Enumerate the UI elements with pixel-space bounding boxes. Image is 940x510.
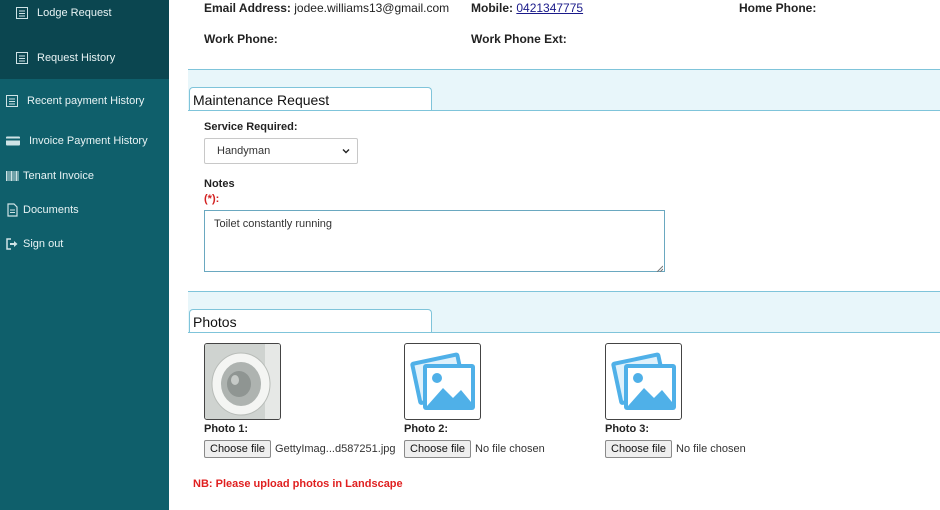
photo-1-label: Photo 1: [204, 423, 248, 435]
sidebar-item-label: Tenant Invoice [23, 170, 94, 182]
sidebar-item-label: Request History [37, 52, 116, 64]
mobile-link[interactable]: 0421347775 [516, 1, 583, 15]
service-selected-value: Handyman [217, 145, 271, 157]
sidebar-item-request-history[interactable]: Request History [15, 51, 115, 65]
credit-card-icon [5, 134, 21, 148]
photo-3-label: Photo 3: [605, 423, 649, 435]
sign-out-icon [5, 237, 19, 251]
photo-1-preview[interactable] [204, 343, 281, 420]
toilet-photo-image [205, 344, 280, 419]
main-content: Email Address: jodee.williams13@gmail.co… [188, 0, 940, 510]
notes-textarea[interactable]: Toilet constantly running [204, 210, 665, 273]
work-phone-ext-label: Work Phone Ext: [471, 32, 567, 46]
list-icon [15, 6, 29, 20]
photo-1-choose-file-button[interactable]: Choose file [204, 440, 272, 458]
sidebar: Lodge Request Request History Recent pay… [0, 0, 169, 510]
sidebar-item-label: Lodge Request [37, 7, 112, 19]
list-icon [5, 94, 19, 108]
service-required-label: Service Required: [204, 121, 298, 133]
photo-1-file-name: GettyImag...d587251.jpg [275, 443, 396, 455]
email-label: Email Address: [204, 1, 291, 15]
resize-handle-icon[interactable] [656, 263, 664, 273]
work-phone-field: Work Phone: [204, 32, 278, 46]
sidebar-item-label: Documents [23, 204, 79, 216]
work-phone-ext-field: Work Phone Ext: [471, 32, 567, 46]
image-placeholder-icon [410, 352, 475, 410]
sidebar-item-label: Sign out [23, 238, 64, 250]
sidebar-item-tenant-invoice[interactable]: Tenant Invoice [5, 169, 94, 183]
document-icon [5, 203, 19, 217]
sidebar-item-lodge-request[interactable]: Lodge Request [15, 6, 112, 20]
notes-value: Toilet constantly running [214, 218, 333, 230]
mobile-field: Mobile: 0421347775 [471, 1, 583, 15]
photo-1-file-input: Choose file GettyImag...d587251.jpg [204, 440, 396, 458]
sidebar-item-documents[interactable]: Documents [5, 203, 79, 217]
maintenance-section-title: Maintenance Request [189, 87, 432, 111]
email-value: jodee.williams13@gmail.com [294, 1, 450, 15]
mobile-label: Mobile: [471, 1, 513, 15]
sidebar-item-invoice-payment-history[interactable]: Invoice Payment History [5, 134, 148, 148]
home-phone-label: Home Phone: [739, 1, 817, 15]
list-icon [15, 51, 29, 65]
photo-3-choose-file-button[interactable]: Choose file [605, 440, 673, 458]
sidebar-item-sign-out[interactable]: Sign out [5, 237, 63, 251]
sidebar-item-recent-payment-history[interactable]: Recent payment History [5, 94, 144, 108]
photo-2-choose-file-button[interactable]: Choose file [404, 440, 472, 458]
photo-2-file-input: Choose file No file chosen [404, 440, 545, 458]
maintenance-section-header: Maintenance Request [188, 69, 940, 111]
sidebar-item-label: Invoice Payment History [29, 135, 148, 147]
email-field: Email Address: jodee.williams13@gmail.co… [204, 1, 449, 15]
work-phone-label: Work Phone: [204, 32, 278, 46]
photo-3-file-input: Choose file No file chosen [605, 440, 746, 458]
barcode-icon [5, 169, 19, 183]
photo-3-preview[interactable] [605, 343, 682, 420]
home-phone-field: Home Phone: [739, 1, 816, 15]
photo-2-label: Photo 2: [404, 423, 448, 435]
chevron-down-icon [341, 146, 351, 156]
landscape-upload-note: NB: Please upload photos in Landscape [193, 478, 403, 490]
photos-section-header: Photos [188, 291, 940, 333]
service-required-select[interactable]: Handyman [204, 138, 358, 164]
sidebar-item-label: Recent payment History [27, 95, 145, 107]
photo-3-file-name: No file chosen [676, 443, 746, 455]
notes-required-marker: (*): [204, 193, 220, 205]
photos-section-title: Photos [189, 309, 432, 333]
photo-2-file-name: No file chosen [475, 443, 545, 455]
notes-label: Notes [204, 178, 235, 190]
photo-2-preview[interactable] [404, 343, 481, 420]
image-placeholder-icon [611, 352, 676, 410]
